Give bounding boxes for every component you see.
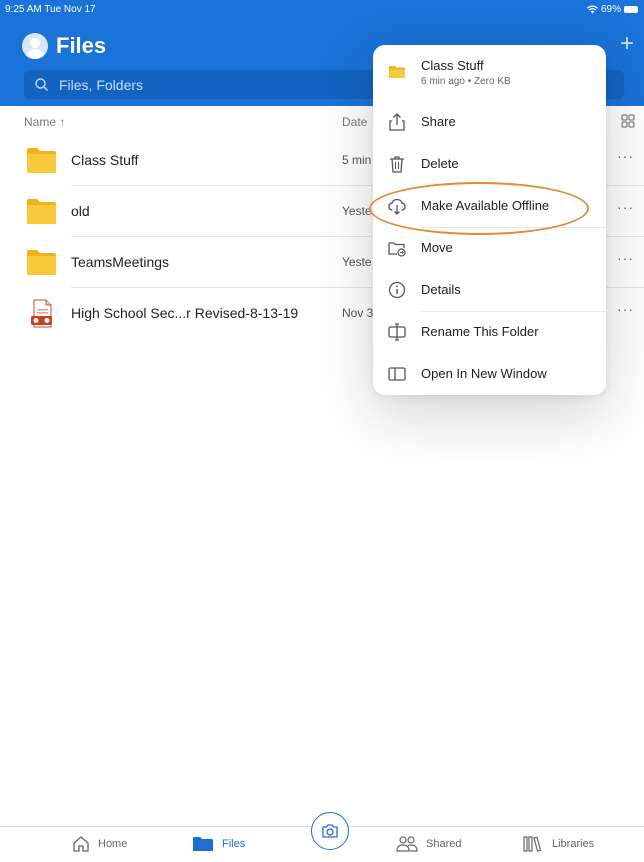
cloud-download-icon bbox=[388, 198, 406, 215]
search-icon bbox=[35, 77, 48, 91]
library-icon bbox=[523, 836, 542, 852]
menu-delete[interactable]: Delete bbox=[373, 143, 606, 185]
menu-header: Class Stuff 6 min ago • Zero KB bbox=[373, 45, 606, 97]
home-icon bbox=[73, 836, 89, 852]
move-folder-icon bbox=[388, 242, 406, 257]
avatar[interactable] bbox=[22, 33, 48, 59]
menu-label: Open In New Window bbox=[421, 366, 547, 381]
trash-icon bbox=[390, 156, 404, 173]
menu-make-available-offline[interactable]: Make Available Offline bbox=[373, 185, 606, 227]
folder-icon bbox=[27, 148, 56, 173]
rename-icon bbox=[388, 323, 406, 341]
status-time: 9:25 AM Tue Nov 17 bbox=[5, 4, 96, 15]
people-icon bbox=[396, 836, 418, 852]
folder-icon bbox=[27, 199, 56, 224]
tab-home[interactable]: Home bbox=[72, 835, 127, 853]
menu-label: Share bbox=[421, 114, 456, 129]
menu-share[interactable]: Share bbox=[373, 101, 606, 143]
more-options-icon[interactable]: ··· bbox=[617, 250, 634, 266]
menu-label: Delete bbox=[421, 156, 459, 171]
tab-label: Libraries bbox=[552, 838, 595, 850]
menu-divider bbox=[421, 311, 606, 312]
more-options-icon[interactable]: ··· bbox=[617, 148, 634, 164]
file-date: Yeste bbox=[342, 204, 372, 218]
file-date: 5 min bbox=[342, 153, 372, 167]
more-options-icon[interactable]: ··· bbox=[617, 199, 634, 215]
menu-open-new-window[interactable]: Open In New Window bbox=[373, 353, 606, 395]
file-date: Nov 3 bbox=[342, 306, 374, 320]
file-name: TeamsMeetings bbox=[71, 254, 170, 270]
wifi-icon bbox=[586, 5, 598, 14]
tab-libraries[interactable]: Libraries bbox=[522, 835, 594, 853]
folder-icon bbox=[193, 837, 213, 851]
battery-icon bbox=[624, 6, 638, 13]
file-name: High School Sec...r Revised-8-13-19 bbox=[71, 305, 299, 321]
page-title: Files bbox=[56, 33, 107, 58]
menu-label: Rename This Folder bbox=[421, 324, 539, 339]
tab-shared[interactable]: Shared bbox=[396, 835, 461, 853]
folder-icon bbox=[27, 250, 56, 275]
menu-label: Details bbox=[421, 282, 461, 297]
tab-label: Files bbox=[222, 838, 246, 850]
more-options-icon[interactable]: ··· bbox=[617, 301, 634, 317]
status-indicators: 69% bbox=[586, 4, 638, 15]
status-bar: 9:25 AM Tue Nov 17 69% bbox=[0, 0, 644, 18]
file-date: Yeste bbox=[342, 255, 372, 269]
sort-by-name[interactable]: Name ↑ bbox=[24, 115, 65, 129]
info-icon bbox=[388, 281, 406, 299]
file-name: Class Stuff bbox=[71, 152, 139, 168]
context-menu: Class Stuff 6 min ago • Zero KB Share De… bbox=[373, 45, 606, 395]
tab-label: Home bbox=[98, 838, 128, 850]
plus-icon[interactable]: + bbox=[620, 30, 634, 58]
menu-details[interactable]: Details bbox=[373, 269, 606, 311]
menu-item-subtitle: 6 min ago • Zero KB bbox=[421, 76, 511, 87]
file-name: old bbox=[71, 203, 90, 219]
folder-icon bbox=[389, 66, 405, 78]
camera-button[interactable] bbox=[311, 812, 349, 850]
menu-label: Move bbox=[421, 240, 453, 255]
sort-by-date[interactable]: Date bbox=[342, 115, 367, 129]
menu-move[interactable]: Move bbox=[373, 227, 606, 269]
menu-rename-folder[interactable]: Rename This Folder bbox=[373, 311, 606, 353]
tab-label: Shared bbox=[426, 838, 462, 850]
battery-percent: 69% bbox=[600, 4, 621, 15]
share-icon bbox=[389, 113, 405, 131]
camera-icon bbox=[322, 824, 338, 838]
menu-item-title: Class Stuff bbox=[421, 58, 484, 73]
menu-label: Make Available Offline bbox=[421, 198, 550, 213]
grid-view-icon[interactable] bbox=[621, 114, 635, 128]
window-icon bbox=[388, 367, 406, 381]
menu-divider bbox=[421, 227, 606, 228]
tab-files[interactable]: Files bbox=[192, 835, 245, 853]
powerpoint-file-icon bbox=[31, 299, 52, 328]
title-row: Files bbox=[22, 32, 106, 60]
